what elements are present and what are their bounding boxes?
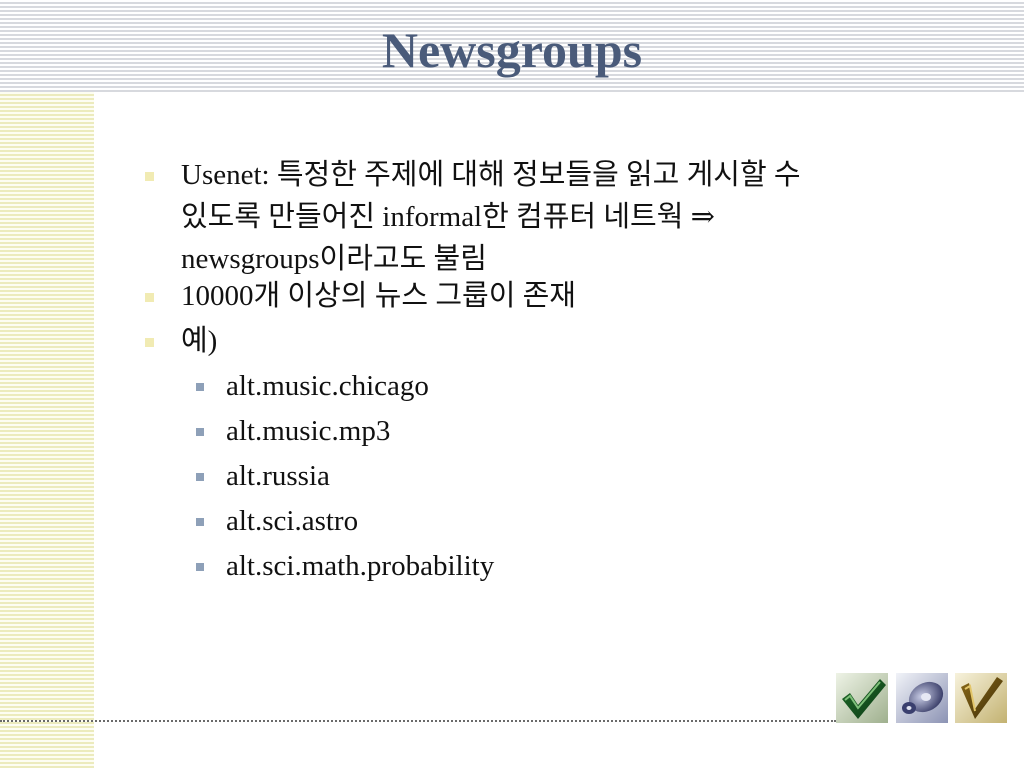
sub-bullet-marker [196,518,204,526]
sub-bullet-marker [196,383,204,391]
left-stripes [0,92,94,768]
bullet-marker [145,338,154,347]
list-item-line: alt.sci.astro [226,505,359,537]
sub-bullet-marker [196,563,204,571]
list-item: 10000개 이상의 뉴스 그룹이 존재 [181,275,981,317]
sub-bullet-marker [196,428,204,436]
list-item-line: alt.music.chicago [226,370,429,402]
sub-bullet-marker [196,473,204,481]
list-item-line: 있도록 만들어진 informal한 컴퓨터 네트웍 ⇒ [181,201,715,233]
list-item-line: 10000개 이상의 뉴스 그룹이 존재 [181,280,576,312]
slide-title: Newsgroups [381,22,643,78]
list-item-line: newsgroups이라고도 불림 [181,243,487,275]
list-item-line: Usenet: 특정한 주제에 대해 정보들을 읽고 게시할 수 [181,159,801,191]
footer-divider [0,720,836,722]
bullet-marker [145,293,154,302]
bullet-marker [145,172,154,181]
sub-list-item: alt.russia [226,455,926,497]
green-checkmark-icon [836,673,888,723]
list-item: Usenet: 특정한 주제에 대해 정보들을 읽고 게시할 수 있도록 만들어… [181,154,981,280]
gold-checkmark-icon [955,673,1007,723]
list-item-line: alt.music.mp3 [226,415,391,447]
list-item-line: alt.russia [226,460,330,492]
list-item-line: 예) [181,325,218,357]
blue-disc-icon [896,673,948,723]
sub-list-item: alt.sci.astro [226,500,926,542]
sub-list-item: alt.sci.math.probability [226,545,926,587]
list-item-line: alt.sci.math.probability [226,550,495,582]
sub-list-item: alt.music.chicago [226,365,926,407]
list-item: 예) [181,320,981,362]
sub-list-item: alt.music.mp3 [226,410,926,452]
